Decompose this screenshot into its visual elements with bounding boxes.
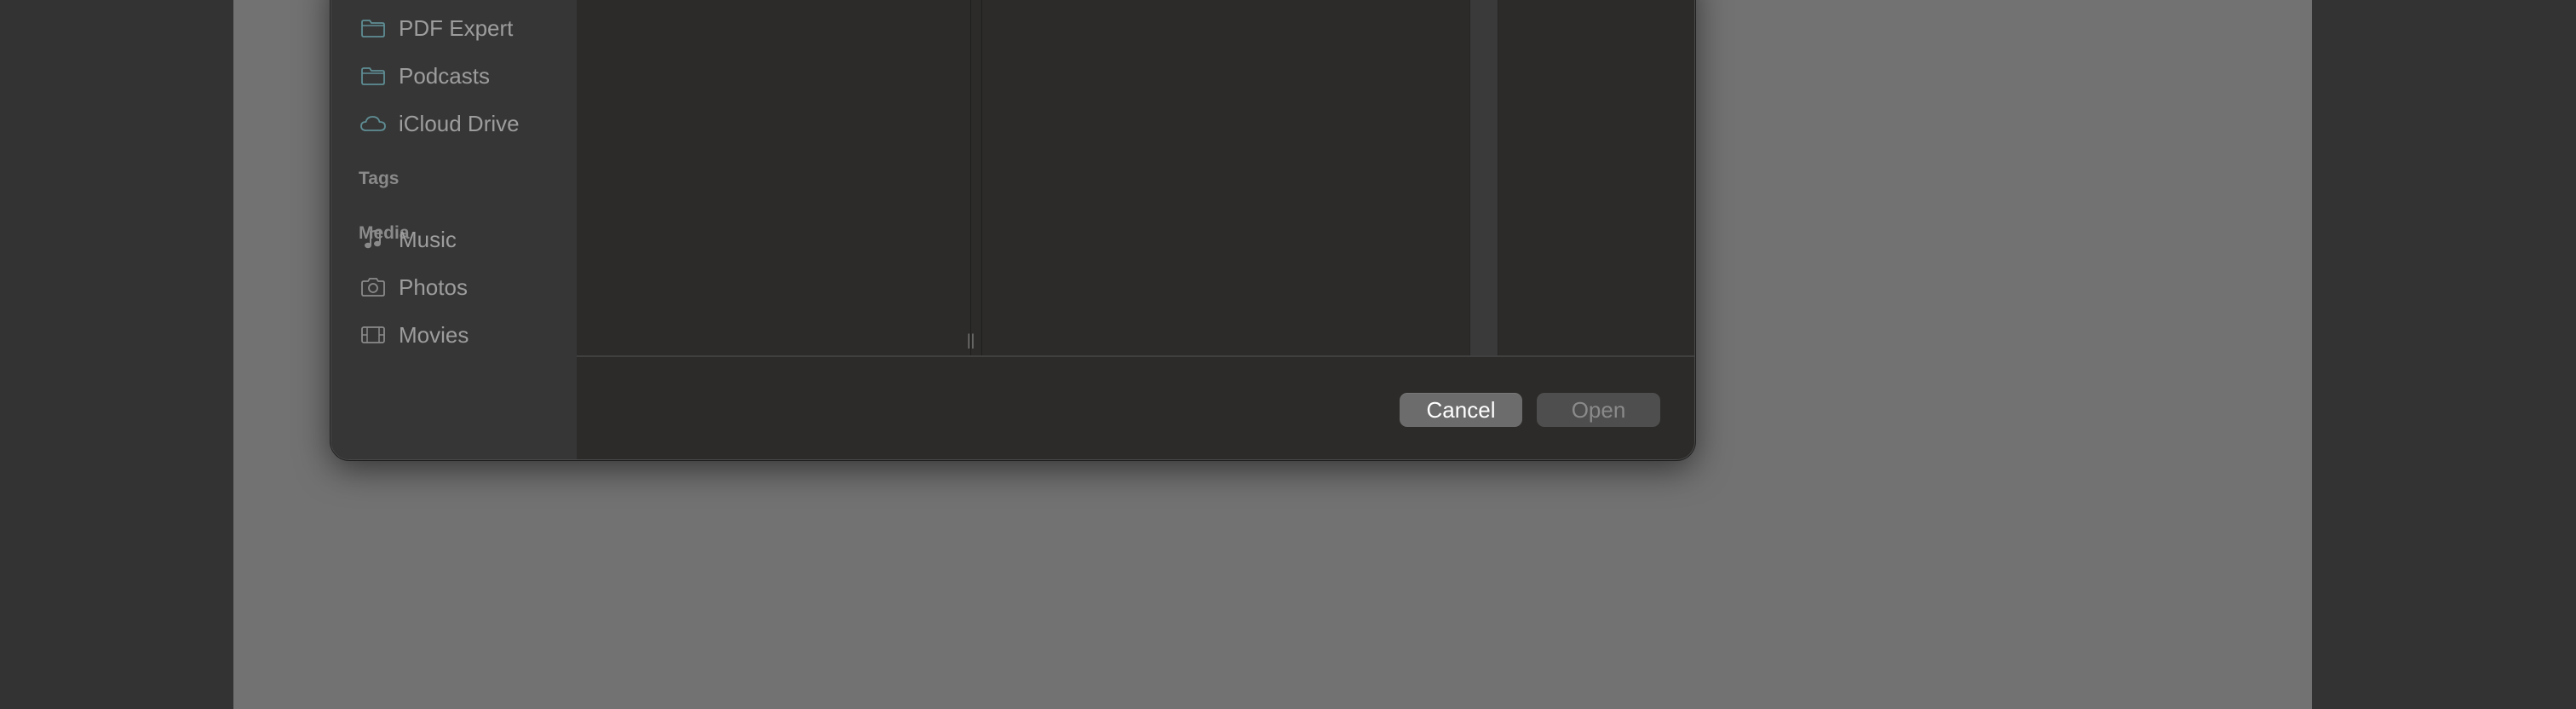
sidebar-item-label: Movies <box>399 321 469 348</box>
sidebar-item-label: iCloud Drive <box>399 110 520 136</box>
cancel-button[interactable]: Cancel <box>1400 393 1522 427</box>
folder-icon <box>359 15 388 41</box>
sidebar-item-photos[interactable]: Photos <box>359 267 572 308</box>
sidebar-item-label: Podcasts <box>399 62 490 89</box>
scrollbar[interactable] <box>1469 0 1498 355</box>
film-icon <box>359 322 388 348</box>
open-button[interactable]: Open <box>1537 393 1660 427</box>
sidebar: PDF Expert Podcasts iCloud Drive Tags Me… <box>331 0 577 459</box>
dialog-footer <box>577 357 1694 459</box>
folder-icon <box>359 63 388 89</box>
sidebar-item-pdf-expert[interactable]: PDF Expert <box>359 8 572 49</box>
sidebar-item-label: Music <box>399 226 457 252</box>
open-file-dialog: PDF Expert Podcasts iCloud Drive Tags Me… <box>331 0 1695 460</box>
section-heading-tags: Tags <box>359 169 400 188</box>
column-resize-handle[interactable]: || <box>967 331 975 349</box>
sidebar-item-movies[interactable]: Movies <box>359 314 572 355</box>
column-divider[interactable] <box>981 0 982 355</box>
camera-icon <box>359 274 388 300</box>
sidebar-item-label: PDF Expert <box>399 14 514 41</box>
sidebar-item-music[interactable]: Music <box>359 219 572 260</box>
file-browser-columns: || <box>577 0 1694 355</box>
sidebar-item-label: Photos <box>399 274 468 300</box>
sidebar-item-icloud-drive[interactable]: iCloud Drive <box>359 103 572 144</box>
desktop-background-right <box>2312 0 2576 709</box>
sidebar-item-podcasts[interactable]: Podcasts <box>359 55 572 96</box>
music-note-icon <box>359 227 388 252</box>
column-divider[interactable] <box>970 0 971 355</box>
desktop-background-left <box>0 0 233 709</box>
cloud-icon <box>359 111 388 136</box>
